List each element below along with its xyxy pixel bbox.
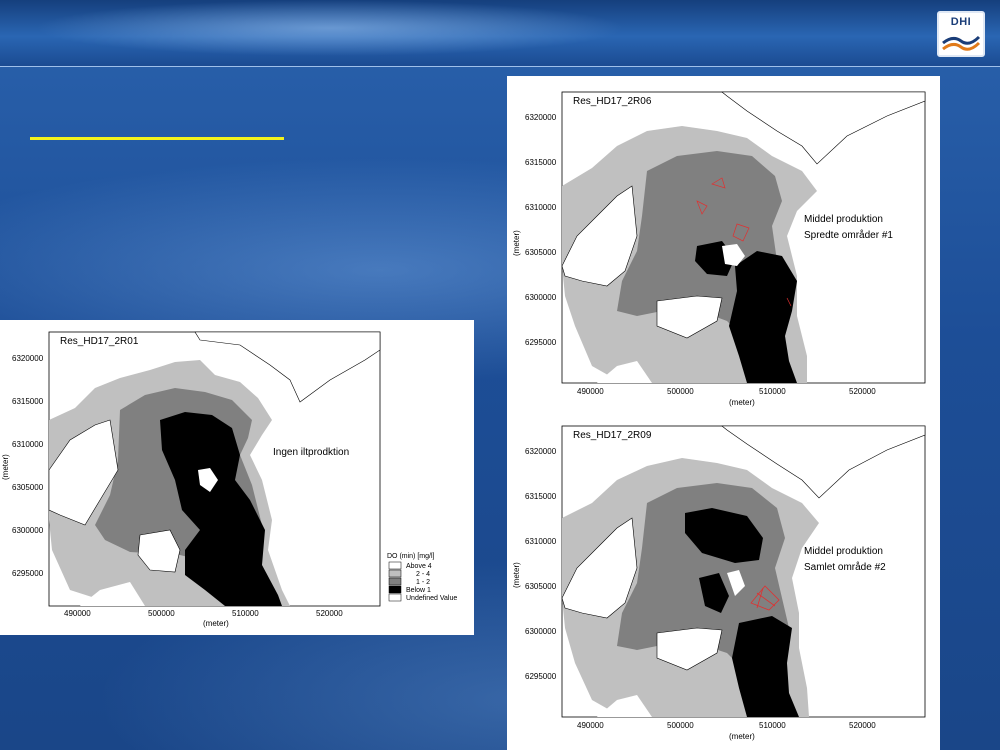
x-tick: 520000 xyxy=(316,609,343,618)
legend-swatch xyxy=(388,585,402,594)
x-tick: 490000 xyxy=(64,609,91,618)
y-tick: 6295000 xyxy=(525,338,557,347)
legend-swatch xyxy=(388,569,402,578)
map-r06: Res_HD17_2R06 Middel produktion Spredte … xyxy=(512,91,926,407)
map-annotation-line-2: Spredte områder #1 xyxy=(804,229,893,241)
legend-label: Undefined Value xyxy=(406,595,457,602)
legend-label: Above 4 xyxy=(406,563,432,570)
x-tick: 510000 xyxy=(759,721,786,730)
y-tick: 6300000 xyxy=(525,293,557,302)
map-title: Res_HD17_2R06 xyxy=(573,96,652,107)
x-tick: 500000 xyxy=(148,609,175,618)
x-axis-label: (meter) xyxy=(729,398,755,407)
legend-title: DO (min) [mg/l] xyxy=(387,553,435,560)
y-tick: 6305000 xyxy=(525,248,557,257)
legend-swatch xyxy=(388,593,402,602)
y-tick: 6305000 xyxy=(12,483,44,492)
y-ticks: 6320000 6315000 6310000 6305000 6300000 … xyxy=(525,447,557,681)
y-tick: 6295000 xyxy=(525,672,557,681)
x-ticks: 490000 500000 510000 520000 xyxy=(577,721,876,730)
map-panel-r06: Res_HD17_2R06 Middel produktion Spredte … xyxy=(507,76,940,410)
y-ticks: 6320000 6315000 6310000 6305000 6300000 … xyxy=(12,354,44,578)
x-ticks: 490000 500000 510000 520000 xyxy=(64,609,343,618)
y-tick: 6315000 xyxy=(525,492,557,501)
y-tick: 6315000 xyxy=(525,158,557,167)
dhi-logo: DHI xyxy=(937,11,985,57)
x-tick: 510000 xyxy=(232,609,259,618)
map-r01: Res_HD17_2R01 Ingen iltprodktion 6320000… xyxy=(1,331,457,628)
y-tick: 6310000 xyxy=(12,440,44,449)
y-tick: 6295000 xyxy=(12,569,44,578)
map-annotation-line-1: Middel produktion xyxy=(804,214,883,225)
map-annotation-line-1: Ingen iltprodktion xyxy=(273,447,349,458)
x-axis-label: (meter) xyxy=(729,732,755,741)
y-tick: 6310000 xyxy=(525,537,557,546)
x-tick: 520000 xyxy=(849,387,876,396)
x-tick: 520000 xyxy=(849,721,876,730)
dhi-logo-wave-icon xyxy=(942,35,981,51)
y-axis-label: (meter) xyxy=(512,230,521,256)
legend-swatch xyxy=(388,577,402,586)
map-annotation-line-1: Middel produktion xyxy=(804,546,883,557)
map-panel-r01: Res_HD17_2R01 Ingen iltprodktion 6320000… xyxy=(0,320,474,635)
y-tick: 6305000 xyxy=(525,582,557,591)
map-title: Res_HD17_2R09 xyxy=(573,430,652,441)
x-tick: 500000 xyxy=(667,387,694,396)
x-tick: 500000 xyxy=(667,721,694,730)
map-r09: Res_HD17_2R09 Middel produktion Samlet o… xyxy=(512,425,926,741)
slide-header-band: DHI xyxy=(0,0,1000,67)
legend-label: Below 1 xyxy=(406,587,431,594)
x-ticks: 490000 500000 510000 520000 xyxy=(577,387,876,396)
y-tick: 6300000 xyxy=(12,526,44,535)
y-axis-label: (meter) xyxy=(512,562,521,588)
map-panel-r09: Res_HD17_2R09 Middel produktion Samlet o… xyxy=(507,408,940,750)
x-tick: 510000 xyxy=(759,387,786,396)
y-tick: 6300000 xyxy=(525,627,557,636)
title-underline xyxy=(30,137,284,140)
legend-swatch xyxy=(388,561,402,570)
y-tick: 6320000 xyxy=(12,354,44,363)
y-tick: 6315000 xyxy=(12,397,44,406)
map-annotation-line-2: Samlet område #2 xyxy=(804,561,886,573)
legend-label: 2 - 4 xyxy=(416,571,430,578)
x-tick: 490000 xyxy=(577,387,604,396)
map-title: Res_HD17_2R01 xyxy=(60,336,139,347)
x-tick: 490000 xyxy=(577,721,604,730)
y-ticks: 6320000 6315000 6310000 6305000 6300000 … xyxy=(525,113,557,347)
y-tick: 6310000 xyxy=(525,203,557,212)
y-tick: 6320000 xyxy=(525,113,557,122)
legend: DO (min) [mg/l] Above 4 2 - 4 1 - 2 Belo… xyxy=(387,553,457,602)
y-tick: 6320000 xyxy=(525,447,557,456)
y-axis-label: (meter) xyxy=(1,454,10,480)
legend-label: 1 - 2 xyxy=(416,579,430,586)
x-axis-label: (meter) xyxy=(203,619,229,628)
